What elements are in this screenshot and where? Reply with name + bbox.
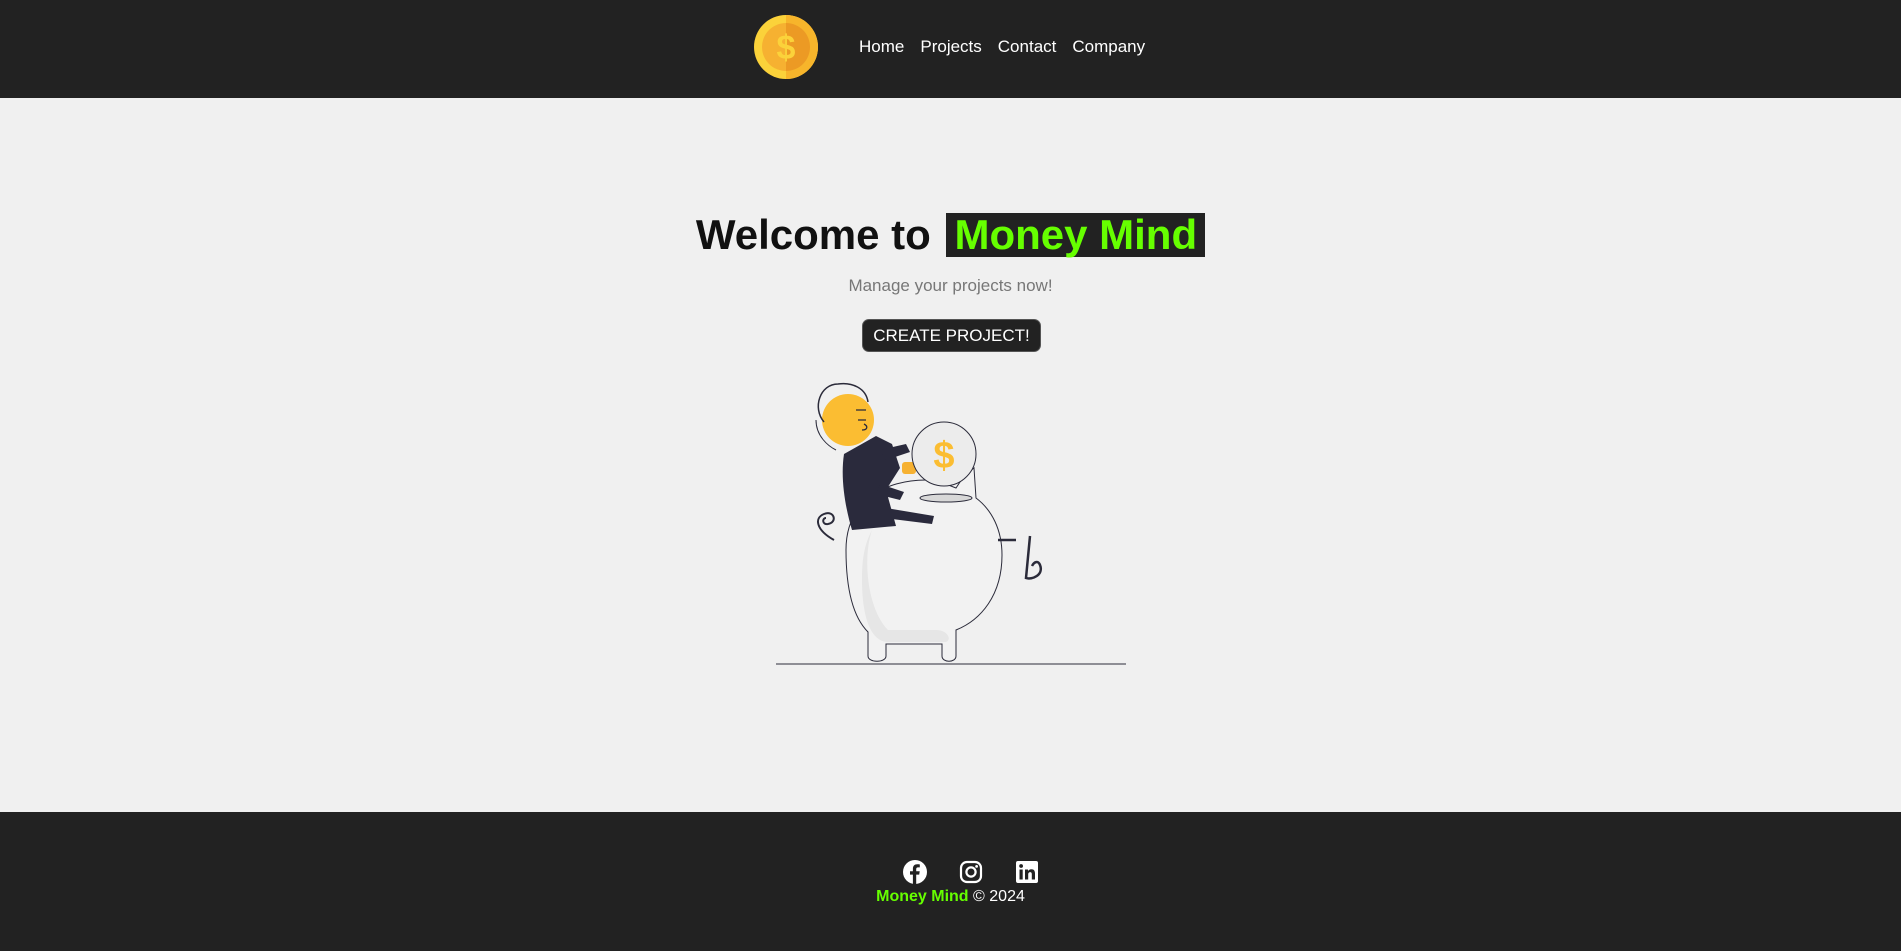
copyright: Money Mind © 2024 [0, 888, 1901, 906]
copyright-text: © 2024 [973, 888, 1025, 905]
svg-text:$: $ [777, 29, 796, 67]
person-piggy-bank-illustration: $ [776, 380, 1128, 670]
site-footer: Money Mind © 2024 [0, 812, 1901, 951]
facebook-icon[interactable] [903, 860, 927, 884]
svg-text:$: $ [933, 435, 954, 477]
social-links [903, 860, 1039, 884]
nav-contact-link[interactable]: Contact [998, 37, 1057, 57]
hero-subtitle: Manage your projects now! [848, 276, 1053, 295]
nav-home-link[interactable]: Home [859, 37, 904, 57]
nav-projects-link[interactable]: Projects [920, 37, 981, 57]
nav-company-link[interactable]: Company [1072, 37, 1145, 57]
dollar-coin-icon[interactable]: $ [753, 14, 819, 80]
page-title: Welcome to Money Mind [0, 210, 1901, 260]
site-header: $ Home Projects Contact Company [0, 0, 1901, 98]
linkedin-icon[interactable] [1015, 860, 1039, 884]
title-brand: Money Mind [946, 213, 1206, 257]
main-nav: Home Projects Contact Company [859, 37, 1145, 57]
create-project-button[interactable]: CREATE PROJECT! [862, 319, 1041, 352]
footer-brand: Money Mind [876, 888, 969, 905]
instagram-icon[interactable] [959, 860, 983, 884]
title-prefix: Welcome to [695, 211, 931, 258]
